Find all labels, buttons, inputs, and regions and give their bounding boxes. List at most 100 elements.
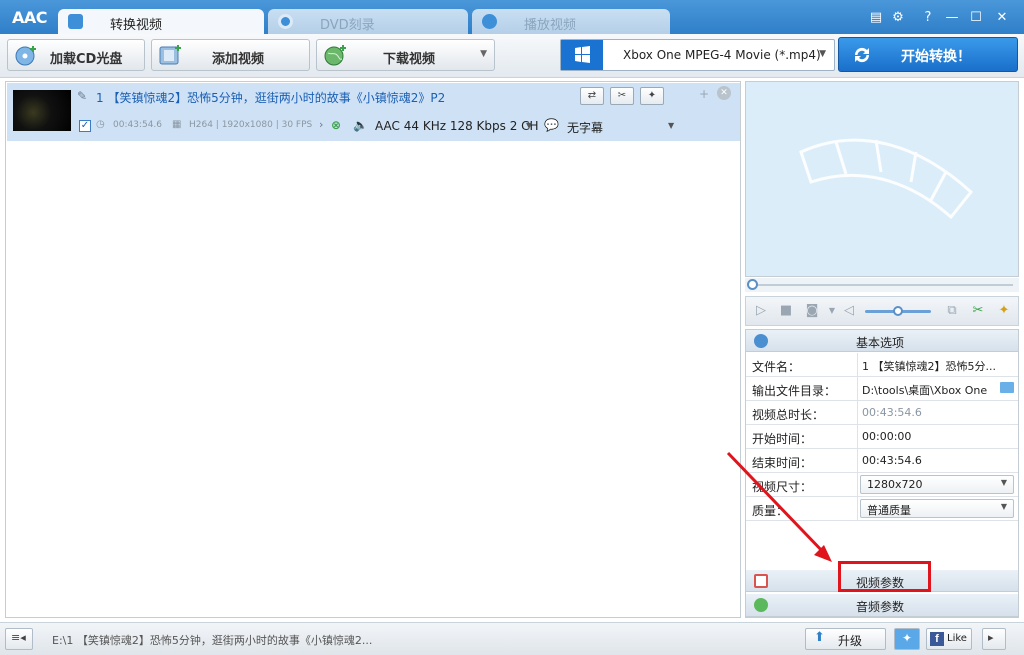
subtitle-value[interactable]: 无字幕 [567,119,603,136]
seek-bar[interactable] [745,278,1019,292]
list-toggle-button[interactable]: ≡◂ [5,628,33,650]
divider [857,353,858,377]
prop-key: 输出文件目录： [752,384,837,398]
twitter-button[interactable]: ✦ [894,628,920,650]
scissors-icon[interactable]: ✂ [970,303,986,319]
chevron-down-icon[interactable]: ▼ [480,49,487,59]
scissors-icon[interactable]: ✂ [610,87,634,105]
prop-value[interactable]: 00:43:54.6 [862,454,1002,467]
list-item[interactable]: ✎ 1 【笑镇惊魂2】恐怖5分钟，逛街两小时的故事《小镇惊魂2》P2 ⇄ ✂ ✦… [7,83,740,141]
download-video-button[interactable]: 下载视频 ▼ [316,39,495,71]
app-logo: AAC [12,8,48,27]
speaker-icon [754,598,768,612]
tab-label: 播放视频 [524,18,577,33]
item-checkbox[interactable]: ✓ [79,120,91,132]
load-cd-button[interactable]: 加载CD光盘 [7,39,145,71]
title-bar: AAC 转换视频 DVD刻录 播放视频 ▤ ⚙ ? — ☐ ✕ [0,0,1024,34]
film-add-icon [159,45,181,65]
tab-dvd-burn[interactable]: DVD刻录 [268,9,468,34]
remove-icon[interactable]: ✕ [717,86,731,100]
next-button[interactable]: ▸ [982,628,1006,650]
chevron-down-icon[interactable]: ▼ [824,303,840,319]
annotation-highlight-box [838,561,931,592]
register-icon[interactable]: ▤ [868,10,884,26]
status-path: E:\1 【笑镇惊魂2】恐怖5分钟，逛街两小时的故事《小镇惊魂2... [52,634,373,647]
divider [857,425,858,449]
file-index: 1 [96,91,104,105]
copy-icon[interactable]: ⧉ [944,303,960,319]
camera-icon[interactable]: ◙ [804,303,820,319]
prop-value: 00:43:54.6 [862,406,922,419]
play-video-icon [482,14,497,29]
file-name: 【笑镇惊魂2】恐怖5分钟，逛街两小时的故事《小镇惊魂2》P2 [107,91,446,105]
divider [857,401,858,425]
settings-icon [754,334,768,348]
audio-params-header[interactable]: 音频参数 [746,594,1018,617]
chevron-down-icon[interactable]: ▼ [819,49,826,59]
select-value: 1280x720 [867,478,923,491]
output-profile-select[interactable]: Xbox One MPEG-4 Movie (*.mp4) ▼ [560,39,835,71]
video-size-select[interactable]: 1280x720 ▼ [860,475,1014,494]
volume-knob[interactable] [893,306,903,316]
tab-convert-video[interactable]: 转换视频 [58,9,264,34]
duration: 00:43:54.6 [113,120,163,130]
film-icon: ▦ [172,119,182,130]
annotation-arrow [726,451,832,562]
chevron-down-icon[interactable]: ▼ [668,121,674,130]
film-icon [754,574,768,588]
refresh-icon [854,47,870,63]
prop-value[interactable]: 00:00:00 [862,430,1002,443]
stop-icon[interactable]: ■ [778,303,794,319]
volume-slider[interactable] [865,306,931,316]
file-title[interactable]: 1 【笑镇惊魂2】恐怖5分钟，逛街两小时的故事《小镇惊魂2》P2 [96,89,445,106]
magic-wand-icon[interactable]: ✦ [996,303,1012,319]
add-icon[interactable]: + [699,87,709,101]
volume-icon[interactable]: ◁ [841,303,857,319]
speaker-icon: 🔈 [353,118,368,132]
upgrade-button[interactable]: ⬆ 升级 [805,628,886,650]
add-video-button[interactable]: 添加视频 [151,39,310,71]
play-icon[interactable]: ▷ [753,303,769,319]
prop-key: 视频总时长： [752,408,825,422]
chevron-down-icon: ▼ [1000,478,1007,487]
cd-add-icon [15,46,36,66]
close-icon[interactable]: ✕ [994,10,1010,26]
convert-video-icon [68,14,83,29]
upgrade-arrow-icon: ⬆ [814,630,825,645]
like-label: Like [947,633,967,644]
gear-icon[interactable]: ⚙ [890,10,906,26]
facebook-like-button[interactable]: f Like [926,628,972,650]
prop-value[interactable]: 1 【笑镇惊魂2】恐怖5分... [862,358,1002,374]
tab-play-video[interactable]: 播放视频 [472,9,670,34]
prop-value[interactable]: D:\tools\桌面\Xbox One [862,382,994,398]
maximize-icon[interactable]: ☐ [968,10,984,26]
convert-item-icon[interactable]: ⇄ [580,87,604,105]
minimize-icon[interactable]: — [944,10,960,26]
list-icon: ≡◂ [11,631,26,644]
magic-wand-icon[interactable]: ✦ [640,87,664,105]
divider [857,449,858,473]
seek-track [751,284,1013,286]
player-controls: ▷ ■ ◙ ▼ ◁ ⧉ ✂ ✦ [745,296,1019,326]
load-cd-label: 加载CD光盘 [50,52,123,67]
prop-row-filename: 文件名： 1 【笑镇惊魂2】恐怖5分... [746,353,1018,377]
pencil-icon[interactable]: ✎ [77,89,87,103]
clock-icon: ◷ [96,119,105,130]
add-video-label: 添加视频 [212,52,265,67]
start-convert-button[interactable]: 开始转换！ [838,37,1018,72]
audio-info[interactable]: AAC 44 KHz 128 Kbps 2 CH [375,119,539,133]
file-list[interactable]: ✎ 1 【笑镇惊魂2】恐怖5分钟，逛街两小时的故事《小镇惊魂2》P2 ⇄ ✂ ✦… [5,81,741,618]
facebook-icon: f [930,632,944,646]
dvd-burn-icon [278,14,293,29]
chevron-down-icon[interactable]: ▼ [526,121,532,130]
basic-options-header[interactable]: 基本选项 [746,330,1018,352]
quality-select[interactable]: 普通质量 ▼ [860,499,1014,518]
divider [857,377,858,401]
subtitle-icon: 💬 [544,118,559,132]
folder-icon[interactable] [1000,382,1014,393]
seek-knob[interactable] [747,279,758,290]
status-bar: ≡◂ E:\1 【笑镇惊魂2】恐怖5分钟，逛街两小时的故事《小镇惊魂2... ⬆… [0,622,1024,655]
chevron-down-icon: ▼ [1000,502,1007,511]
help-icon[interactable]: ? [920,10,936,26]
section-label: 基本选项 [856,336,905,350]
